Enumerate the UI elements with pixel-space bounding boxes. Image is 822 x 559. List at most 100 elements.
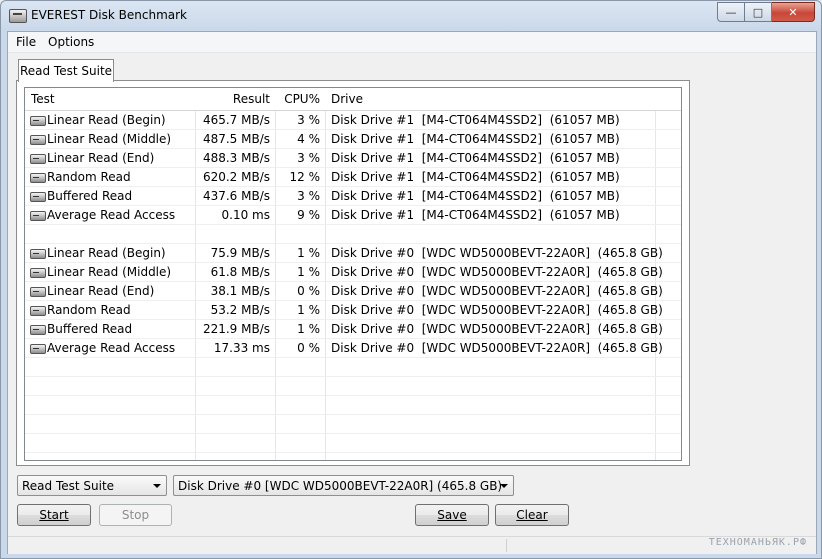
cell-test: Linear Read (End) <box>47 151 155 165</box>
cell-cpu: 1 % <box>297 322 320 336</box>
cell-cpu: 0 % <box>297 341 320 355</box>
cell-result: 221.9 MB/s <box>202 322 270 336</box>
hard-drive-icon <box>30 325 46 335</box>
menu-bar: File Options <box>8 32 816 53</box>
cell-test: Linear Read (Begin) <box>47 113 166 127</box>
cell-drive: Disk Drive #1 [M4-CT064M4SSD2] (61057 MB… <box>331 170 620 184</box>
cell-result: 620.2 MB/s <box>202 170 270 184</box>
cell-drive: Disk Drive #1 [M4-CT064M4SSD2] (61057 MB… <box>331 151 620 165</box>
hard-drive-icon <box>30 306 46 316</box>
cell-result: 53.2 MB/s <box>210 303 270 317</box>
chevron-down-icon <box>153 484 161 488</box>
drive-select-value: Disk Drive #0 [WDC WD5000BEVT-22A0R] (46… <box>178 479 503 493</box>
client-area: File Options Read Test Suite Test Result… <box>7 31 817 554</box>
cell-drive: Disk Drive #1 [M4-CT064M4SSD2] (61057 MB… <box>331 189 620 203</box>
table-row[interactable]: Linear Read (Middle) 61.8 MB/s 1 % Disk Dri… <box>25 263 681 282</box>
cell-drive: Disk Drive #0 [WDC WD5000BEVT-22A0R] (46… <box>331 303 663 317</box>
suite-select-value: Read Test Suite <box>22 479 115 493</box>
table-row[interactable]: Buffered Read 221.9 MB/s 1 % Disk Drive #0 … <box>25 320 681 339</box>
cell-result: 488.3 MB/s <box>202 151 270 165</box>
cell-test: Average Read Access <box>47 341 176 355</box>
hard-drive-icon <box>30 249 46 259</box>
cell-result: 0.10 ms <box>221 208 270 222</box>
cell-drive: Disk Drive #1 [M4-CT064M4SSD2] (61057 MB… <box>331 113 620 127</box>
title-bar[interactable]: EVEREST Disk Benchmark — □ ✕ <box>1 1 821 31</box>
cell-cpu: 3 % <box>297 151 320 165</box>
table-row[interactable]: Buffered Read 437.6 MB/s 3 % Disk Drive #1 … <box>25 187 681 206</box>
cell-test: Linear Read (End) <box>47 284 155 298</box>
cell-cpu: 0 % <box>297 284 320 298</box>
table-row[interactable]: Linear Read (End) 38.1 MB/s 0 % Disk Drive … <box>25 282 681 301</box>
status-bar <box>8 536 816 554</box>
cell-test: Linear Read (Middle) <box>47 265 172 279</box>
hard-drive-icon <box>30 154 46 164</box>
tab-panel: Test Result CPU% Drive Linear Read (Begi… <box>16 80 690 466</box>
cell-result: 487.5 MB/s <box>202 132 270 146</box>
cell-cpu: 9 % <box>297 208 320 222</box>
watermark: ТЕХНОМАНЬЯК.РФ <box>708 537 807 548</box>
header-test[interactable]: Test <box>31 88 55 110</box>
hard-drive-icon <box>30 287 46 297</box>
minimize-icon: — <box>725 5 737 19</box>
table-row[interactable]: Average Read Access 0.10 ms 9 % Disk Drive … <box>25 206 681 225</box>
save-button[interactable]: Save <box>415 504 489 526</box>
maximize-button[interactable]: □ <box>745 2 772 22</box>
window-title: EVEREST Disk Benchmark <box>31 8 187 22</box>
cell-result: 465.7 MB/s <box>202 113 270 127</box>
table-row[interactable]: Random Read 620.2 MB/s 12 % Disk Drive #1 [… <box>25 168 681 187</box>
cell-drive: Disk Drive #0 [WDC WD5000BEVT-22A0R] (46… <box>331 322 663 336</box>
cell-cpu: 3 % <box>297 113 320 127</box>
cell-drive: Disk Drive #0 [WDC WD5000BEVT-22A0R] (46… <box>331 265 663 279</box>
hard-drive-icon <box>30 135 46 145</box>
header-drive[interactable]: Drive <box>331 88 363 110</box>
drive-select[interactable]: Disk Drive #0 [WDC WD5000BEVT-22A0R] (46… <box>173 475 514 496</box>
maximize-icon: □ <box>752 5 764 19</box>
results-table: Test Result CPU% Drive Linear Read (Begi… <box>24 87 682 461</box>
stop-label: Stop <box>121 508 150 522</box>
cell-result: 75.9 MB/s <box>210 246 270 260</box>
cell-drive: Disk Drive #0 [WDC WD5000BEVT-22A0R] (46… <box>331 341 663 355</box>
table-row[interactable]: Random Read 53.2 MB/s 1 % Disk Drive #0 [WD… <box>25 301 681 320</box>
suite-select[interactable]: Read Test Suite <box>17 475 167 496</box>
cell-cpu: 1 % <box>297 246 320 260</box>
hard-drive-icon <box>30 116 46 126</box>
cell-test: Average Read Access <box>47 208 176 222</box>
cell-cpu: 12 % <box>289 170 321 184</box>
cell-test: Buffered Read <box>47 189 133 203</box>
cell-cpu: 1 % <box>297 303 320 317</box>
minimize-button[interactable]: — <box>717 2 745 22</box>
hard-drive-icon <box>30 268 46 278</box>
hard-drive-icon <box>9 9 27 23</box>
cell-cpu: 3 % <box>297 189 320 203</box>
cell-result: 17.33 ms <box>213 341 270 355</box>
start-button[interactable]: Start <box>17 504 91 526</box>
table-row[interactable]: Average Read Access 17.33 ms 0 % Disk Drive… <box>25 339 681 358</box>
table-row[interactable]: Linear Read (Middle) 487.5 MB/s 4 % Disk Dr… <box>25 130 681 149</box>
hard-drive-icon <box>30 173 46 183</box>
menu-file[interactable]: File <box>16 35 36 49</box>
menu-options[interactable]: Options <box>48 35 94 49</box>
start-label: Start <box>39 508 69 522</box>
cell-drive: Disk Drive #0 [WDC WD5000BEVT-22A0R] (46… <box>331 284 663 298</box>
close-icon: ✕ <box>788 5 798 19</box>
clear-label: Clear <box>516 508 548 522</box>
table-header: Test Result CPU% Drive <box>25 88 681 111</box>
table-row[interactable]: Linear Read (End) 488.3 MB/s 3 % Disk Drive… <box>25 149 681 168</box>
chevron-down-icon <box>500 484 508 488</box>
cell-test: Random Read <box>47 170 131 184</box>
cell-cpu: 1 % <box>297 265 320 279</box>
tab-read-test-suite[interactable]: Read Test Suite <box>18 59 114 82</box>
cell-drive: Disk Drive #0 [WDC WD5000BEVT-22A0R] (46… <box>331 246 663 260</box>
header-result[interactable]: Result <box>195 88 270 110</box>
clear-button[interactable]: Clear <box>495 504 569 526</box>
cell-result: 61.8 MB/s <box>210 265 270 279</box>
table-row[interactable]: Linear Read (Begin) 75.9 MB/s 1 % Disk Driv… <box>25 244 681 263</box>
header-cpu[interactable]: CPU% <box>275 88 320 110</box>
close-button[interactable]: ✕ <box>772 2 815 22</box>
window-controls: — □ ✕ <box>717 2 815 22</box>
hard-drive-icon <box>30 192 46 202</box>
cell-test: Random Read <box>47 303 131 317</box>
cell-drive: Disk Drive #1 [M4-CT064M4SSD2] (61057 MB… <box>331 132 620 146</box>
stop-button[interactable]: Stop <box>99 504 172 526</box>
table-row[interactable]: Linear Read (Begin) 465.7 MB/s 3 % Disk Dri… <box>25 111 681 130</box>
